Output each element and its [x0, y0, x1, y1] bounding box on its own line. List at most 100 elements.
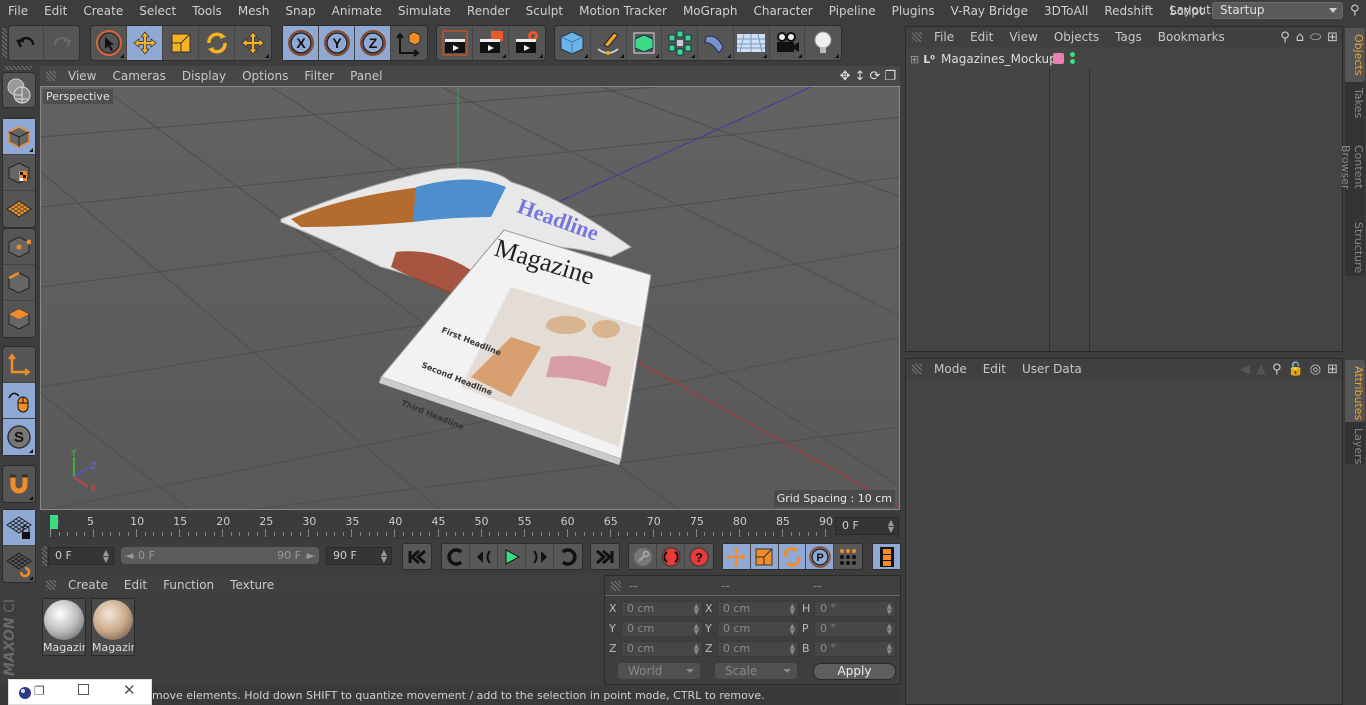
- menu-mograph[interactable]: MoGraph: [675, 0, 746, 22]
- menu-pipeline[interactable]: Pipeline: [821, 0, 884, 22]
- key-pla-button[interactable]: [834, 544, 862, 569]
- menu-tools[interactable]: Tools: [184, 0, 230, 22]
- subdivision-button[interactable]: [627, 26, 663, 60]
- menu-snap[interactable]: Snap: [277, 0, 323, 22]
- minimized-window[interactable]: ❐ ✕: [8, 679, 152, 705]
- up-arrow-icon[interactable]: ▲: [1256, 362, 1266, 377]
- tweak-mode-button[interactable]: [3, 383, 35, 419]
- new-panel-icon[interactable]: ⊞: [1327, 30, 1338, 45]
- menu-character[interactable]: Character: [745, 0, 820, 22]
- coord-field[interactable]: 0 cm ▲ ▼: [621, 621, 703, 637]
- spinner-icon[interactable]: ▲ ▼: [694, 603, 699, 616]
- coord-field[interactable]: 0 cm ▲ ▼: [717, 621, 799, 637]
- key-parameter-button[interactable]: P: [806, 544, 835, 569]
- rotate-view-icon[interactable]: ⟳: [869, 69, 880, 84]
- camera-button[interactable]: [770, 26, 806, 60]
- camera-label[interactable]: Perspective: [43, 89, 113, 104]
- tab-content-browser[interactable]: Content Browser: [1339, 118, 1365, 216]
- toolbar-grip[interactable]: [2, 28, 7, 58]
- material-menu-create[interactable]: Create: [60, 578, 116, 592]
- render-visibility-dot[interactable]: [1070, 59, 1075, 64]
- play-button[interactable]: [498, 544, 526, 569]
- key-position-button[interactable]: [723, 544, 751, 569]
- goto-start-button[interactable]: [403, 544, 431, 569]
- left-toolbar-grip[interactable]: [4, 66, 32, 70]
- viewport-menu-display[interactable]: Display: [174, 69, 234, 83]
- playhead[interactable]: [50, 515, 58, 529]
- home-icon[interactable]: ⌂: [1296, 30, 1304, 45]
- restore-icon[interactable]: ❐: [34, 684, 45, 698]
- coordinate-space-dropdown[interactable]: World: [618, 663, 700, 679]
- timeline-ruler[interactable]: 051015202530354045505560657075808590: [40, 513, 900, 539]
- coord-field[interactable]: 0 cm ▲ ▼: [717, 641, 799, 657]
- material-grip[interactable]: [46, 580, 56, 590]
- spinner-icon[interactable]: ▲ ▼: [694, 643, 699, 656]
- range-right-arrow-icon[interactable]: ►: [307, 547, 315, 564]
- x-axis-button[interactable]: X: [283, 26, 319, 60]
- texture-mode-button[interactable]: [3, 155, 35, 191]
- record-keys-button[interactable]: [629, 544, 657, 569]
- objects-menu-view[interactable]: View: [1001, 30, 1045, 44]
- tab-layers[interactable]: Layers: [1345, 422, 1365, 464]
- render-picture-viewer-button[interactable]: [473, 26, 509, 60]
- spinner-icon[interactable]: ▲ ▼: [790, 603, 795, 616]
- spinner-icon[interactable]: ▲ ▼: [790, 643, 795, 656]
- editor-visibility-dot[interactable]: [1070, 52, 1075, 57]
- goto-end-button[interactable]: [591, 544, 619, 569]
- playback-grip[interactable]: [42, 546, 47, 566]
- coord-field[interactable]: 0 cm ▲ ▼: [621, 641, 703, 657]
- end-frame-field[interactable]: 90 F ▲ ▼: [326, 547, 392, 565]
- objects-menu-tags[interactable]: Tags: [1107, 30, 1150, 44]
- attributes-menu-mode[interactable]: Mode: [926, 362, 975, 376]
- snap-button[interactable]: [3, 466, 35, 502]
- layout-dropdown[interactable]: Startup: [1212, 2, 1343, 19]
- objects-grip[interactable]: [912, 32, 922, 42]
- points-mode-button[interactable]: [3, 229, 35, 265]
- menu-edit[interactable]: Edit: [36, 0, 75, 22]
- back-arrow-icon[interactable]: ◀: [1240, 362, 1250, 377]
- expand-icon[interactable]: ⊞: [910, 53, 919, 66]
- deformer-button[interactable]: [698, 26, 734, 60]
- axis-mode-button[interactable]: [3, 347, 35, 383]
- spinner-icon[interactable]: ▲ ▼: [790, 623, 795, 636]
- search-icon[interactable]: ⚲: [1350, 3, 1360, 18]
- z-axis-button[interactable]: Z: [355, 26, 391, 60]
- live-selection-button[interactable]: [91, 26, 127, 60]
- menu-plugins[interactable]: Plugins: [884, 0, 943, 22]
- coord-field[interactable]: 0 cm ▲ ▼: [621, 601, 703, 617]
- layer-color-swatch[interactable]: [1053, 53, 1064, 64]
- menu-sculpt[interactable]: Sculpt: [518, 0, 571, 22]
- material-menu-function[interactable]: Function: [155, 578, 222, 592]
- cube-button[interactable]: [555, 26, 591, 60]
- material-item[interactable]: Magazir: [42, 598, 86, 656]
- coordinate-system-button[interactable]: [391, 26, 427, 60]
- maximize-icon[interactable]: [78, 684, 89, 695]
- objects-menu-objects[interactable]: Objects: [1046, 30, 1107, 44]
- coord-field[interactable]: 0 ° ▲ ▼: [814, 641, 896, 657]
- target-icon[interactable]: ◎: [1310, 362, 1321, 377]
- dolly-view-icon[interactable]: ↕: [855, 69, 866, 84]
- prev-key-button[interactable]: [442, 544, 470, 569]
- search-icon[interactable]: ⚲: [1272, 362, 1282, 377]
- viewport-3d[interactable]: Headline Magazine First Headline Second …: [40, 86, 900, 510]
- current-frame-field[interactable]: 0 F ▲ ▼: [835, 517, 899, 535]
- maximize-view-icon[interactable]: ❐: [884, 69, 896, 84]
- prev-frame-button[interactable]: [470, 544, 498, 569]
- menu-simulate[interactable]: Simulate: [390, 0, 459, 22]
- coord-field[interactable]: 0 ° ▲ ▼: [814, 621, 896, 637]
- tab-takes[interactable]: Takes: [1345, 82, 1365, 118]
- key-rotation-button[interactable]: [778, 544, 807, 569]
- recent-tool-button[interactable]: [235, 26, 271, 60]
- next-frame-button[interactable]: [526, 544, 554, 569]
- menu-vray-bridge[interactable]: V-Ray Bridge: [943, 0, 1036, 22]
- next-key-button[interactable]: [554, 544, 582, 569]
- objects-menu-bookmarks[interactable]: Bookmarks: [1150, 30, 1233, 44]
- frame-range-slider[interactable]: ◄ 0 F 90 F ►: [121, 547, 319, 564]
- close-icon[interactable]: ✕: [123, 681, 136, 699]
- workplane-mode-button[interactable]: [3, 191, 35, 227]
- menu-animate[interactable]: Animate: [324, 0, 390, 22]
- undo-button[interactable]: [9, 26, 45, 60]
- menu-mesh[interactable]: Mesh: [230, 0, 278, 22]
- tab-objects[interactable]: Objects: [1345, 28, 1365, 82]
- attributes-menu-user-data[interactable]: User Data: [1014, 362, 1090, 376]
